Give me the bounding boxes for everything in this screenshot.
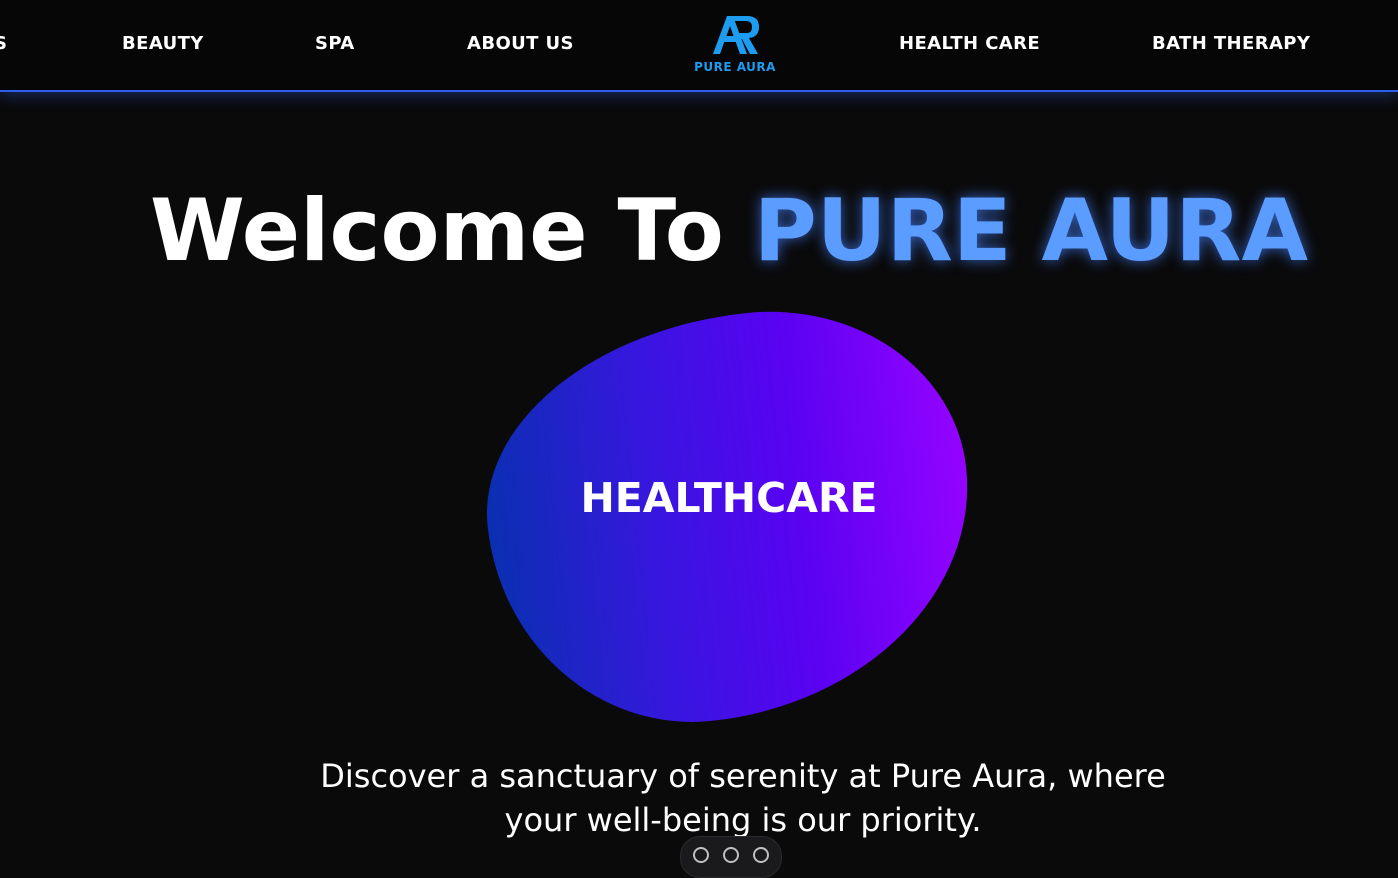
social-icons-bar: [680, 836, 782, 878]
pure-aura-logo-icon: [713, 16, 759, 54]
healthcare-blob-label: HEALTHCARE: [580, 474, 878, 522]
nav-link-about-us[interactable]: ABOUT US: [467, 33, 574, 54]
social-icon[interactable]: [723, 847, 739, 863]
hero-title-prefix: Welcome To: [149, 181, 724, 281]
hero-title-brand: PURE AURA: [753, 181, 1309, 281]
hero-title: Welcome To PURE AURA: [0, 176, 1398, 286]
social-icon[interactable]: [753, 847, 769, 863]
nav-link-health-care[interactable]: HEALTH CARE: [899, 33, 1040, 54]
nav-link-beauty[interactable]: BEAUTY: [122, 33, 204, 54]
nav-link-spa[interactable]: SPA: [315, 33, 355, 54]
brand-logo[interactable]: PURE AURA: [684, 10, 786, 76]
tagline-line-1: Discover a sanctuary of serenity at Pure…: [320, 757, 1166, 795]
nav-link-partial[interactable]: S: [0, 33, 7, 54]
logo-text: PURE AURA: [694, 60, 776, 74]
top-navbar: S BEAUTY SPA ABOUT US PURE AURA HEALTH C…: [0, 0, 1398, 92]
nav-link-bath-therapy[interactable]: BATH THERAPY: [1152, 33, 1310, 54]
tagline-line-2: your well-being is our priority.: [504, 801, 982, 839]
social-icon[interactable]: [693, 847, 709, 863]
hero-tagline: Discover a sanctuary of serenity at Pure…: [269, 754, 1217, 842]
